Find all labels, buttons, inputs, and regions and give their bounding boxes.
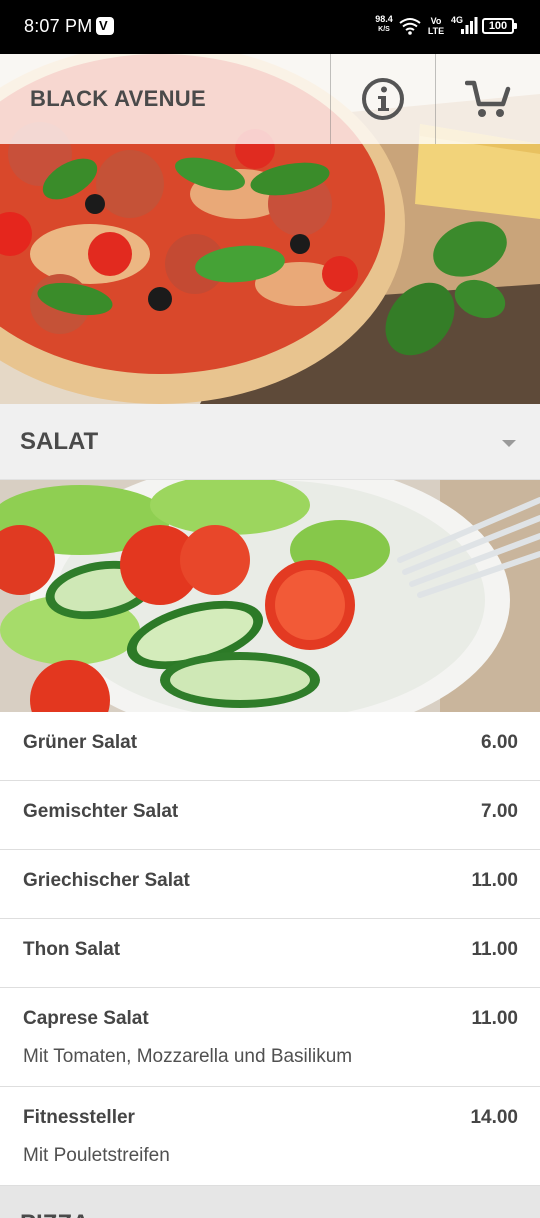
volte-top: Vo	[430, 16, 442, 26]
status-bar: 8:07 PM 98.4 K/S Vo LTE 4G 100	[0, 0, 540, 54]
menu-item-name: Gemischter Salat	[23, 801, 179, 822]
network-speed-unit: K/S	[378, 26, 390, 33]
app-header: BLACK AVENUE	[0, 54, 540, 144]
signal-icon	[461, 17, 478, 34]
menu-item-name: Caprese Salat	[23, 1008, 149, 1029]
menu-list: Grüner Salat 6.00 Gemischter Salat 7.00 …	[0, 712, 540, 1186]
network-speed-value: 98.4	[375, 14, 393, 24]
menu-item-description: Mit Pouletstreifen	[23, 1145, 170, 1166]
menu-item-price: 11.00	[471, 870, 519, 891]
menu-item-price: 7.00	[481, 801, 518, 822]
menu-item-description: Mit Tomaten, Mozzarella und Basilikum	[23, 1046, 353, 1067]
category-label: SALAT	[20, 428, 99, 455]
cart-button[interactable]	[436, 54, 540, 144]
info-button[interactable]	[331, 54, 435, 144]
menu-item[interactable]: Thon Salat 11.00	[0, 919, 540, 988]
menu-item[interactable]: Caprese Salat 11.00 Mit Tomaten, Mozzare…	[0, 988, 540, 1087]
menu-item-name: Fitnessteller	[23, 1107, 135, 1128]
category-header-pizza[interactable]: PIZZA	[0, 1186, 540, 1218]
menu-item-price: 14.00	[470, 1107, 518, 1128]
menu-item-price: 11.00	[471, 1008, 519, 1029]
chevron-down-icon	[502, 440, 516, 447]
salad-illustration	[0, 480, 540, 712]
menu-item-name: Griechischer Salat	[23, 870, 190, 891]
menu-item[interactable]: Fitnessteller 14.00 Mit Pouletstreifen	[0, 1087, 540, 1186]
restaurant-title: BLACK AVENUE	[30, 86, 206, 111]
battery-icon: 100	[482, 18, 517, 34]
category-header-salat[interactable]: SALAT	[0, 404, 540, 480]
category-image	[0, 480, 540, 712]
status-time: 8:07 PM	[24, 16, 93, 36]
notification-icon	[96, 17, 114, 35]
menu-item-name: Grüner Salat	[23, 732, 138, 753]
menu-item[interactable]: Gemischter Salat 7.00	[0, 781, 540, 850]
menu-item-price: 11.00	[471, 939, 519, 960]
network-speed: 98.4 K/S	[372, 15, 396, 34]
menu-item[interactable]: Griechischer Salat 11.00	[0, 850, 540, 919]
wifi-icon	[399, 18, 421, 35]
menu-item-name: Thon Salat	[23, 939, 121, 960]
info-icon	[362, 78, 404, 120]
cart-icon	[465, 80, 511, 117]
volte-bottom: LTE	[427, 26, 445, 36]
menu-item-price: 6.00	[481, 732, 518, 753]
menu-item[interactable]: Grüner Salat 6.00	[0, 712, 540, 781]
category-label: PIZZA	[20, 1210, 89, 1218]
volte-indicator: Vo LTE	[427, 16, 445, 36]
